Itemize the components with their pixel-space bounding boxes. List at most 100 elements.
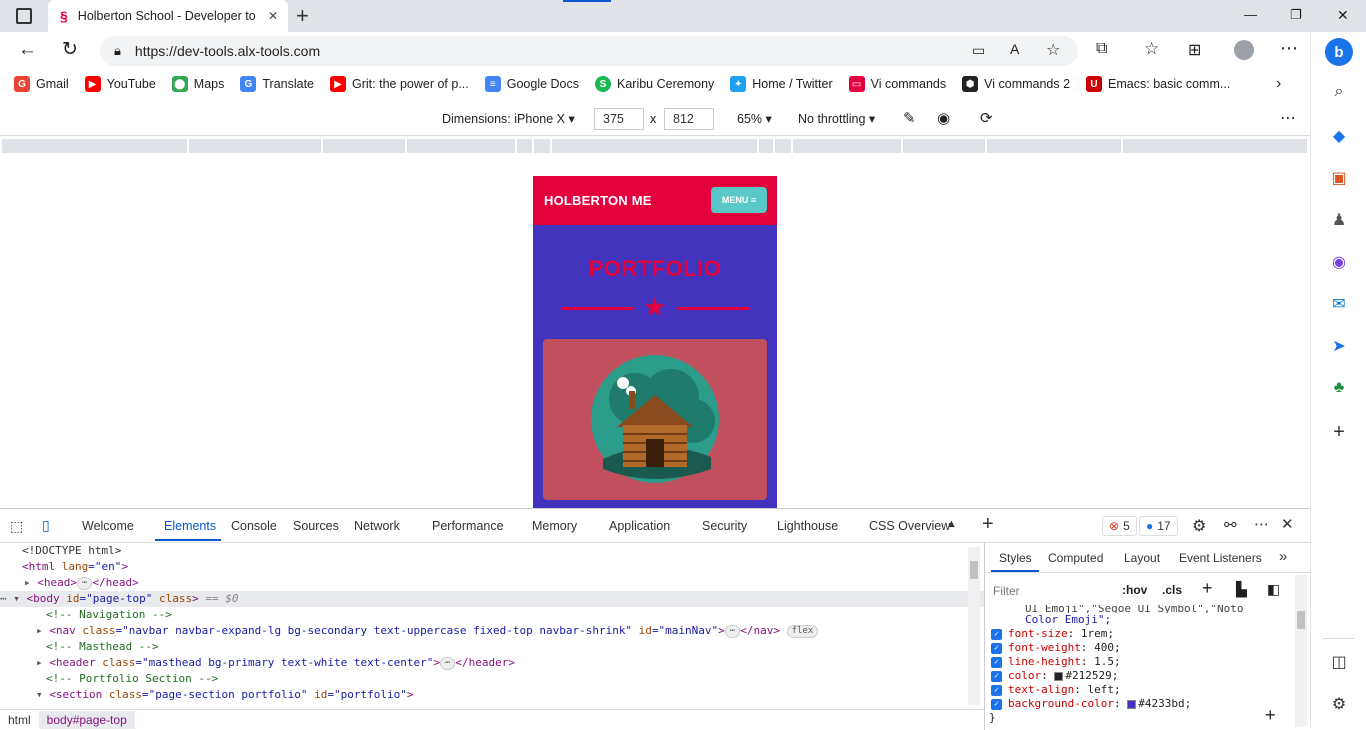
more-icon[interactable]: ⋯ (1280, 38, 1298, 59)
tab-memory[interactable]: Memory (532, 519, 577, 533)
doctype-node[interactable]: <!DOCTYPE html> (22, 543, 121, 559)
collapse-icon[interactable]: ▾ (36, 688, 49, 701)
comment-node[interactable]: <!-- Navigation --> (46, 607, 172, 623)
tab-computed[interactable]: Computed (1048, 551, 1103, 565)
menu-button[interactable]: MENU ≡ (711, 187, 767, 213)
tab-elements[interactable]: Elements (164, 519, 216, 533)
style-prop-text-align[interactable]: ✓ text-align: left; (991, 683, 1121, 697)
refresh-icon[interactable]: ↻ (62, 38, 78, 61)
tree-icon[interactable]: ♣ (1329, 378, 1349, 398)
site-brand[interactable]: HOLBERTON ME (544, 193, 652, 208)
device-toggle-icon[interactable]: ▯ (42, 517, 50, 534)
checkbox[interactable]: ✓ (991, 684, 1002, 696)
elements-scrollbar[interactable] (968, 547, 980, 705)
extensions-icon[interactable]: ⧉ (1096, 40, 1107, 58)
zoom-select[interactable]: 65% ▾ (737, 111, 772, 126)
styles-scrollbar[interactable] (1295, 575, 1307, 727)
section-node[interactable]: ▾ <section class="page-section portfolio… (36, 687, 414, 703)
rotate-icon[interactable]: ⟳ (980, 109, 993, 127)
height-input[interactable]: 812 (664, 108, 714, 130)
color-swatch[interactable] (1054, 671, 1064, 681)
ellipsis-badge[interactable]: ⋯ (724, 624, 741, 638)
comment-node[interactable]: <!-- Masthead --> (46, 639, 159, 655)
new-rule-icon[interactable]: + (1202, 578, 1213, 599)
html-node[interactable]: <html lang="en"> (22, 559, 128, 575)
microsoft365-icon[interactable]: ◉ (1329, 252, 1349, 272)
tab-event-listeners[interactable]: Event Listeners (1179, 551, 1262, 565)
bookmark-emacs[interactable]: U Emacs: basic comm... (1086, 76, 1230, 92)
close-devtools-icon[interactable]: ✕ (1281, 515, 1294, 533)
chevron-right-icon[interactable]: › (1276, 75, 1281, 93)
collections-icon[interactable]: ⊞ (1188, 40, 1201, 60)
ellipsis-badge[interactable]: ⋯ (77, 576, 93, 590)
checkbox[interactable]: ✓ (991, 628, 1002, 640)
tab-lighthouse[interactable]: Lighthouse (777, 519, 838, 533)
bookmark-maps[interactable]: ⬤ Maps (171, 76, 224, 92)
chevron-double-right-icon[interactable]: » (1279, 548, 1287, 565)
bookmark-grit[interactable]: ▶ Grit: the power of p... (330, 76, 469, 92)
checkbox[interactable]: ✓ (991, 670, 1002, 682)
outlook-icon[interactable]: ✉ (1329, 294, 1349, 314)
expand-icon[interactable]: ▸ (36, 656, 49, 669)
hov-toggle[interactable]: :hov (1122, 583, 1147, 597)
tab-security[interactable]: Security (702, 519, 747, 533)
bookmark-twitter[interactable]: ✦ Home / Twitter (730, 76, 833, 92)
flex-badge[interactable]: flex (786, 624, 819, 638)
head-node[interactable]: ▸ <head> ⋯ </head> (24, 575, 139, 591)
new-tab-button[interactable]: + (296, 3, 309, 29)
send-icon[interactable]: ➤ (1329, 336, 1349, 356)
shopping-icon[interactable]: ◆ (1329, 126, 1349, 146)
expand-icon[interactable]: ▸ (36, 624, 49, 637)
dimensions-select[interactable]: Dimensions: iPhone X ▾ (442, 111, 575, 126)
style-prop-background-color[interactable]: ✓ background-color: #4233bd; (991, 697, 1191, 711)
back-icon[interactable]: ← (18, 39, 37, 61)
close-tab-icon[interactable]: ✕ (268, 9, 278, 23)
bookmark-youtube[interactable]: ▶ YouTube (84, 76, 156, 92)
read-aloud-icon[interactable]: A (1010, 41, 1019, 57)
style-prop-line-height[interactable]: ✓ line-height: 1.5; (991, 655, 1121, 669)
message-count-badge[interactable]: ● 17 (1139, 516, 1178, 536)
tab-network[interactable]: Network (354, 519, 400, 533)
tab-actions-icon[interactable] (16, 8, 32, 24)
checkbox[interactable]: ✓ (991, 698, 1002, 710)
address-input[interactable]: 🔒︎ https://dev-tools.alx-tools.com (100, 36, 1078, 66)
checkbox[interactable]: ✓ (991, 642, 1002, 654)
add-favorite-icon[interactable]: ☆ (1046, 40, 1060, 60)
settings-icon[interactable]: ⚙ (1192, 516, 1206, 536)
paint-icon[interactable]: ▙ (1236, 581, 1247, 598)
maximize-button[interactable]: ❐ (1290, 7, 1302, 23)
tab-welcome[interactable]: Welcome (82, 519, 134, 533)
search-icon[interactable]: ⌕ (1329, 82, 1349, 102)
bookmark-vi-commands[interactable]: ▭ Vi commands (848, 76, 946, 92)
inspect-icon[interactable]: ⬚ (10, 518, 23, 535)
tab-styles[interactable]: Styles (999, 551, 1032, 565)
style-prop-color[interactable]: ✓ color: #212529; (991, 669, 1118, 683)
body-node-selected[interactable]: ⋯ ▾ <body id="page-top" class> == $0 (0, 591, 984, 607)
cls-toggle[interactable]: .cls (1162, 583, 1182, 597)
collapse-icon[interactable]: ▾ (13, 592, 26, 605)
checkbox[interactable]: ✓ (991, 656, 1002, 668)
tab-application[interactable]: Application (609, 519, 670, 533)
close-window-button[interactable]: ✕ (1337, 7, 1349, 24)
add-icon[interactable]: + (1329, 421, 1349, 443)
more-options-icon[interactable]: ⋯ (1280, 108, 1296, 128)
filter-input[interactable]: Filter (989, 580, 1109, 602)
add-property-icon[interactable]: + (1265, 705, 1276, 726)
tab-console[interactable]: Console (231, 519, 277, 533)
sidebar-toggle-icon[interactable]: ◫ (1329, 652, 1349, 672)
tools-icon[interactable]: ▣ (1329, 168, 1349, 188)
favorites-icon[interactable]: ☆ (1144, 39, 1159, 59)
comment-node[interactable]: <!-- Portfolio Section --> (46, 671, 218, 687)
tab-sources[interactable]: Sources (293, 519, 339, 533)
media-query-ruler[interactable] (0, 137, 1310, 155)
profile-avatar[interactable] (1234, 40, 1254, 60)
portfolio-item[interactable] (543, 339, 767, 500)
color-swatch[interactable] (1127, 699, 1137, 709)
add-tab-icon[interactable]: + (982, 513, 994, 536)
app-available-icon[interactable]: ▭ (972, 42, 985, 59)
style-prop-font-weight[interactable]: ✓ font-weight: 400; (991, 641, 1121, 655)
width-input[interactable]: 375 (594, 108, 644, 130)
sensors-icon[interactable]: ✎ (903, 109, 916, 127)
expand-icon[interactable]: ▸ (24, 576, 37, 589)
bookmark-translate[interactable]: G Translate (240, 76, 314, 92)
